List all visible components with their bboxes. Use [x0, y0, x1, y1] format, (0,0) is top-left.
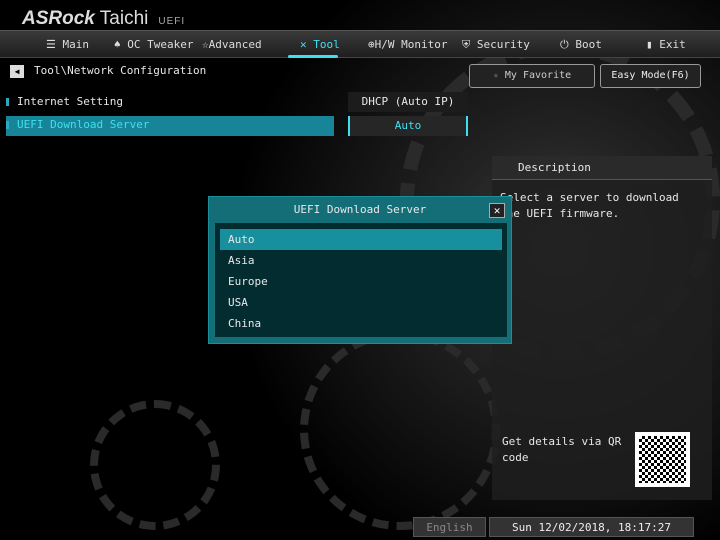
dialog-title: UEFI Download Server: [293, 203, 427, 216]
my-favorite-button[interactable]: ★ My Favorite: [469, 64, 595, 88]
brand-logo: ASRock Taichi UEFI: [22, 8, 186, 29]
rocket-icon: ♠: [114, 38, 128, 51]
description-title: Description: [492, 156, 712, 180]
option-list: Auto Asia Europe USA China: [215, 223, 507, 337]
bullet-icon: [6, 121, 9, 129]
language-button[interactable]: English: [413, 517, 486, 537]
description-panel: Description Select a server to download …: [492, 156, 712, 500]
active-tab-indicator: [288, 55, 338, 58]
qr-code: [635, 432, 690, 487]
qr-text: Get details via QR code: [502, 435, 622, 464]
uefi-download-server-dialog: UEFI Download Server ✕ Auto Asia Europe …: [208, 196, 512, 344]
tab-tool[interactable]: ✕ Tool: [300, 38, 340, 51]
option-asia[interactable]: Asia: [220, 250, 502, 271]
bullet-icon: [6, 98, 9, 106]
option-usa[interactable]: USA: [220, 292, 502, 313]
tab-exit[interactable]: ▮ Exit: [646, 38, 686, 51]
main-nav: ☰ Main ♠ OC Tweaker ☆Advanced ✕ Tool ⊕H/…: [0, 30, 720, 58]
star-icon: ☆: [202, 38, 209, 51]
list-icon: ☰: [46, 38, 63, 51]
gear-decoration: [90, 400, 220, 530]
monitor-icon: ⊕: [368, 38, 375, 51]
option-europe[interactable]: Europe: [220, 271, 502, 292]
tab-hw-monitor[interactable]: ⊕H/W Monitor: [368, 38, 447, 51]
setting-uefi-download-server[interactable]: UEFI Download Server: [6, 116, 334, 136]
option-auto[interactable]: Auto: [220, 229, 502, 250]
tab-oc-tweaker[interactable]: ♠ OC Tweaker: [114, 38, 193, 51]
tab-main[interactable]: ☰ Main: [46, 38, 89, 51]
gear-decoration: [300, 330, 500, 530]
tab-security[interactable]: ⛨ Security: [462, 38, 530, 52]
setting-internet-setting[interactable]: Internet Setting: [6, 95, 123, 108]
exit-icon: ▮: [646, 38, 660, 51]
shield-icon: ⛨: [462, 38, 477, 51]
tools-icon: ✕: [300, 38, 314, 51]
option-china[interactable]: China: [220, 313, 502, 334]
tab-boot[interactable]: ⏻ Boot: [560, 38, 602, 52]
breadcrumb: ◀ Tool\Network Configuration: [10, 64, 206, 78]
power-icon: ⏻: [560, 38, 576, 51]
datetime-display: Sun 12/02/2018, 18:17:27: [489, 517, 694, 537]
uefi-download-server-value[interactable]: Auto: [348, 116, 468, 136]
tab-advanced[interactable]: ☆Advanced: [202, 38, 262, 51]
close-icon[interactable]: ✕: [489, 203, 505, 218]
star-icon: ★: [492, 70, 505, 81]
description-text: Select a server to download the UEFI fir…: [500, 191, 679, 220]
easy-mode-button[interactable]: Easy Mode(F6): [600, 64, 701, 88]
internet-setting-value[interactable]: DHCP (Auto IP): [348, 92, 468, 112]
back-arrow-icon[interactable]: ◀: [10, 65, 24, 78]
